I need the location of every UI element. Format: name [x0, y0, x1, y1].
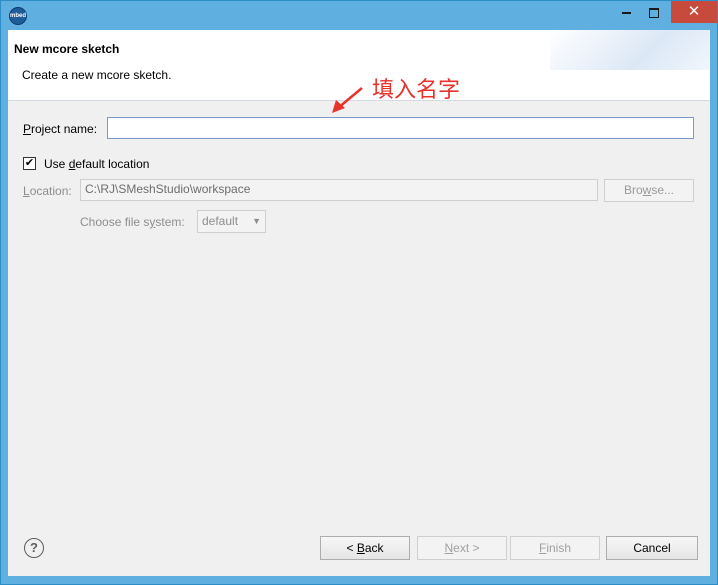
location-label-text: ocation:	[29, 184, 72, 198]
file-system-post: stem:	[155, 215, 185, 229]
project-name-label: Project name:	[23, 122, 97, 136]
file-system-select: default ▼	[197, 210, 266, 233]
project-name-mnemonic: P	[23, 122, 32, 136]
use-default-location-label[interactable]: Use default location	[44, 157, 149, 171]
file-system-pre: Choose file s	[80, 215, 150, 229]
back-post: ack	[364, 541, 384, 555]
location-mnemonic: L	[23, 184, 30, 198]
use-default-text: efault location	[75, 157, 150, 171]
file-system-value: default	[202, 214, 239, 228]
file-system-label: Choose file system:	[80, 215, 185, 229]
wizard-footer: ? < Back Next > Finish Cancel	[8, 532, 710, 576]
use-default-prefix: Use	[44, 157, 69, 171]
help-icon[interactable]: ?	[24, 538, 44, 558]
project-name-input[interactable]	[107, 117, 694, 139]
back-mnemonic: B	[356, 541, 365, 555]
app-icon: mbed	[9, 7, 27, 25]
annotation-arrow-icon	[332, 87, 363, 113]
close-button[interactable]: ✕	[671, 1, 717, 23]
browse-button: Browse...	[604, 179, 694, 202]
finish-post: inish	[546, 541, 572, 555]
project-name-label-text: roject name:	[31, 122, 98, 136]
title-bar[interactable]: mbed ✕	[1, 1, 717, 31]
next-button: Next >	[417, 536, 507, 560]
next-post: ext >	[453, 541, 480, 555]
browse-post: se...	[651, 183, 675, 197]
back-button[interactable]: < Back	[320, 536, 410, 560]
header-banner-decoration	[550, 30, 710, 70]
close-icon: ✕	[687, 3, 701, 20]
browse-pre: Bro	[623, 183, 643, 197]
wizard-title: New mcore sketch	[14, 42, 120, 56]
check-icon: ✔	[24, 157, 35, 169]
minimize-button[interactable]	[613, 1, 639, 23]
minimize-icon	[621, 12, 631, 15]
finish-button: Finish	[510, 536, 600, 560]
maximize-button[interactable]	[641, 1, 667, 23]
cancel-button[interactable]: Cancel	[606, 536, 698, 560]
wizard-content: Project name: ✔ Use default location Loc…	[8, 101, 710, 532]
next-mnemonic: N	[444, 541, 454, 555]
location-label: Location:	[23, 184, 72, 198]
back-pre: <	[346, 541, 357, 555]
wizard-description: Create a new mcore sketch.	[22, 68, 172, 82]
use-default-location-checkbox[interactable]: ✔	[23, 157, 36, 170]
chevron-down-icon: ▼	[252, 216, 261, 226]
maximize-icon	[649, 8, 659, 19]
location-input: C:\RJ\SMeshStudio\workspace	[80, 179, 598, 201]
annotation-text: 填入名字	[372, 78, 461, 103]
